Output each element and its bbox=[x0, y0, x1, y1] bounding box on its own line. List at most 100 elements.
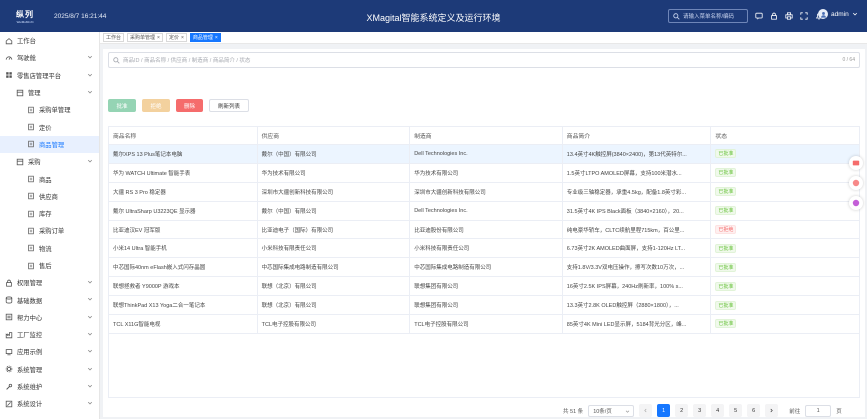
lock-icon[interactable] bbox=[769, 10, 778, 22]
sidebar-item[interactable]: 工作台 bbox=[0, 32, 99, 49]
header-status[interactable]: 状态 bbox=[711, 127, 859, 144]
header-description[interactable]: 商品简介 bbox=[563, 127, 712, 144]
sidebar-item-label: 工厂监控 bbox=[17, 332, 43, 340]
table-row[interactable]: 联想拯救者 Y9000P 游戏本 联想（北京）有限公司 联想集团有限公司 16英寸2.… bbox=[109, 277, 859, 297]
page-number-button[interactable]: 2 bbox=[675, 404, 689, 417]
sidebar-item-label: 商品管理 bbox=[39, 141, 65, 149]
prev-page-button[interactable] bbox=[639, 404, 653, 417]
table-cell: 戴尔 UltraSharp U3223QE 显示器 bbox=[109, 201, 258, 220]
search-placeholder: 商品ID / 商品名称 / 供应商 / 制造商 / 商品简介 / 状态 bbox=[123, 58, 251, 64]
sidebar-item[interactable]: 权限管理 bbox=[0, 274, 99, 291]
sidebar-item-label: 采购订单 bbox=[39, 228, 65, 236]
table-cell: 已批准 bbox=[711, 277, 859, 295]
content-card: 商品ID / 商品名称 / 供应商 / 制造商 / 商品简介 / 状态 0 / … bbox=[103, 49, 865, 417]
sidebar-item[interactable]: 系统管理 bbox=[0, 361, 99, 378]
sidebar-item[interactable]: 帮力中心 bbox=[0, 309, 99, 326]
table-row[interactable]: 中芯国际40nm eFlash嵌入式闪存晶圆 中芯国际集成电路制造有限公司 中芯国际… bbox=[109, 258, 859, 278]
sidebar-item[interactable]: 定价 bbox=[0, 118, 99, 135]
table-row[interactable]: 联想ThinkPad X13 Yoga二合一笔记本 联想（北京）有限公司 联想集团有… bbox=[109, 296, 859, 316]
chevron-down-icon bbox=[87, 348, 93, 354]
sidebar-item[interactable]: 供应商 bbox=[0, 188, 99, 205]
doc-icon bbox=[27, 244, 35, 252]
sidebar-item-label: 采购 bbox=[28, 159, 41, 167]
next-page-button[interactable] bbox=[765, 404, 779, 417]
table-cell: 已拒绝 bbox=[711, 221, 859, 239]
page-number-button[interactable]: 4 bbox=[711, 404, 725, 417]
page-number-button[interactable]: 6 bbox=[747, 404, 761, 417]
sidebar-item[interactable]: 管理 bbox=[0, 84, 99, 101]
search-input[interactable]: 商品ID / 商品名称 / 供应商 / 制造商 / 商品简介 / 状态 0 / … bbox=[108, 52, 860, 68]
table-row[interactable]: TCL X11G智能电视 TCL电子控股有限公司 TCL电子控股有限公司 85英寸4K… bbox=[109, 315, 859, 334]
table-cell: 已批准 bbox=[711, 258, 859, 276]
table-cell: 6.73英寸2K AMOLED曲面屏，支持1-120Hz LT... bbox=[563, 239, 712, 258]
status-badge: 已批准 bbox=[715, 187, 737, 197]
sidebar-item[interactable]: 系统维护 bbox=[0, 378, 99, 395]
sidebar-item[interactable]: 库存 bbox=[0, 205, 99, 222]
header-manufacturer[interactable]: 制造商 bbox=[410, 127, 563, 144]
delete-button[interactable]: 删除 bbox=[176, 99, 203, 112]
app-icon bbox=[5, 348, 13, 356]
tab[interactable]: 定价 × bbox=[165, 33, 187, 42]
sidebar-item[interactable]: 采购单管理 bbox=[0, 101, 99, 118]
table-cell: 比亚迪汉EV 冠军版 bbox=[109, 220, 258, 239]
reject-button[interactable]: 拒绝 bbox=[142, 99, 170, 112]
status-badge: 已批准 bbox=[715, 300, 737, 310]
table-row[interactable]: 大疆 RS 3 Pro 稳定器 深圳市大疆创新科技有限公司 深圳市大疆创新科技有限公… bbox=[109, 182, 859, 202]
float-assistant-icon[interactable] bbox=[849, 196, 863, 210]
sidebar-item[interactable]: 商品 bbox=[0, 170, 99, 187]
sidebar-item-label: 库存 bbox=[39, 211, 52, 219]
tab-label: 商品管理 bbox=[192, 35, 213, 41]
chevron-down-icon bbox=[87, 158, 93, 164]
table-row[interactable]: 比亚迪汉EV 冠军版 比亚迪电子（国际）有限公司 比亚迪股份有限公司 纯电豪华轿车，C… bbox=[109, 220, 859, 240]
float-chat-icon[interactable] bbox=[849, 176, 863, 190]
table-cell: 联想（北京）有限公司 bbox=[258, 296, 411, 315]
goto-page-input[interactable]: 1 bbox=[805, 404, 832, 417]
sidebar-item[interactable]: 物流 bbox=[0, 240, 99, 257]
status-badge: 已批准 bbox=[715, 281, 737, 291]
menu-search-input[interactable]: 请输入菜单名称/编码 bbox=[668, 9, 748, 23]
page-number-button[interactable]: 1 bbox=[657, 404, 671, 417]
header-supplier[interactable]: 供应商 bbox=[258, 127, 411, 144]
doc-icon bbox=[27, 106, 35, 114]
close-icon[interactable]: × bbox=[215, 35, 218, 41]
app-logo[interactable]: 纵列 WeiMuMinXi bbox=[6, 5, 44, 27]
tab[interactable]: 工作台 bbox=[103, 33, 125, 42]
tab[interactable]: 采购单管理 × bbox=[127, 33, 163, 42]
tab[interactable]: 商品管理 × bbox=[189, 33, 221, 42]
user-menu[interactable]: admin bbox=[818, 9, 858, 19]
table-row[interactable]: 华为 WATCH Ultimate 智能手表 华为技术有限公司 华为技术有限公司 1.… bbox=[109, 163, 859, 183]
close-icon[interactable]: × bbox=[181, 35, 184, 41]
sidebar-item[interactable]: 采购订单 bbox=[0, 222, 99, 239]
table-cell: 戴尔XPS 13 Plus笔记本电脑 bbox=[109, 145, 258, 163]
fullscreen-icon[interactable] bbox=[799, 10, 808, 22]
page-list: 123456 bbox=[657, 404, 761, 417]
sidebar-item[interactable]: 采购 bbox=[0, 153, 99, 170]
sidebar-item-label: 供应商 bbox=[39, 193, 58, 201]
help-icon bbox=[5, 313, 13, 321]
print-icon[interactable] bbox=[784, 10, 793, 22]
close-icon[interactable]: × bbox=[157, 35, 160, 41]
page-number-button[interactable]: 3 bbox=[693, 404, 707, 417]
sidebar-item[interactable]: 应用示例 bbox=[0, 343, 99, 360]
page-size-select[interactable]: 10条/页 bbox=[588, 404, 635, 417]
message-icon[interactable] bbox=[754, 10, 763, 22]
refresh-button[interactable]: 刷新列表 bbox=[209, 99, 249, 112]
sidebar-item[interactable]: 基础数据 bbox=[0, 291, 99, 308]
sidebar-item[interactable]: 驾驶舱 bbox=[0, 49, 99, 66]
float-tool-icon[interactable] bbox=[849, 156, 863, 170]
table-row[interactable]: 小米14 Ultra 智能手机 小米科技有限责任公司 小米科技有限责任公司 6.73英… bbox=[109, 239, 859, 259]
sidebar-item[interactable]: 售后 bbox=[0, 257, 99, 274]
table-cell: TCL电子控股有限公司 bbox=[410, 315, 563, 333]
table-cell: 比亚迪股份有限公司 bbox=[410, 220, 563, 239]
approve-button[interactable]: 批准 bbox=[108, 99, 136, 112]
table-row[interactable]: 戴尔XPS 13 Plus笔记本电脑 戴尔（中国）有限公司 Dell Technol… bbox=[109, 145, 859, 164]
sidebar-item[interactable]: 零售店管理平台 bbox=[0, 67, 99, 84]
header-name[interactable]: 商品名称 bbox=[109, 127, 258, 144]
page-number-button[interactable]: 5 bbox=[729, 404, 743, 417]
sidebar-item[interactable]: 商品管理 bbox=[0, 135, 99, 154]
sidebar-item[interactable]: 系统设计 bbox=[0, 395, 99, 412]
table-cell: 联想拯救者 Y9000P 游戏本 bbox=[109, 277, 258, 296]
sidebar-item[interactable]: 工厂监控 bbox=[0, 326, 99, 343]
table-row[interactable]: 戴尔 UltraSharp U3223QE 显示器 戴尔（中国）有限公司 Dell … bbox=[109, 201, 859, 221]
table-cell: 中芯国际集成电路制造有限公司 bbox=[258, 258, 411, 277]
